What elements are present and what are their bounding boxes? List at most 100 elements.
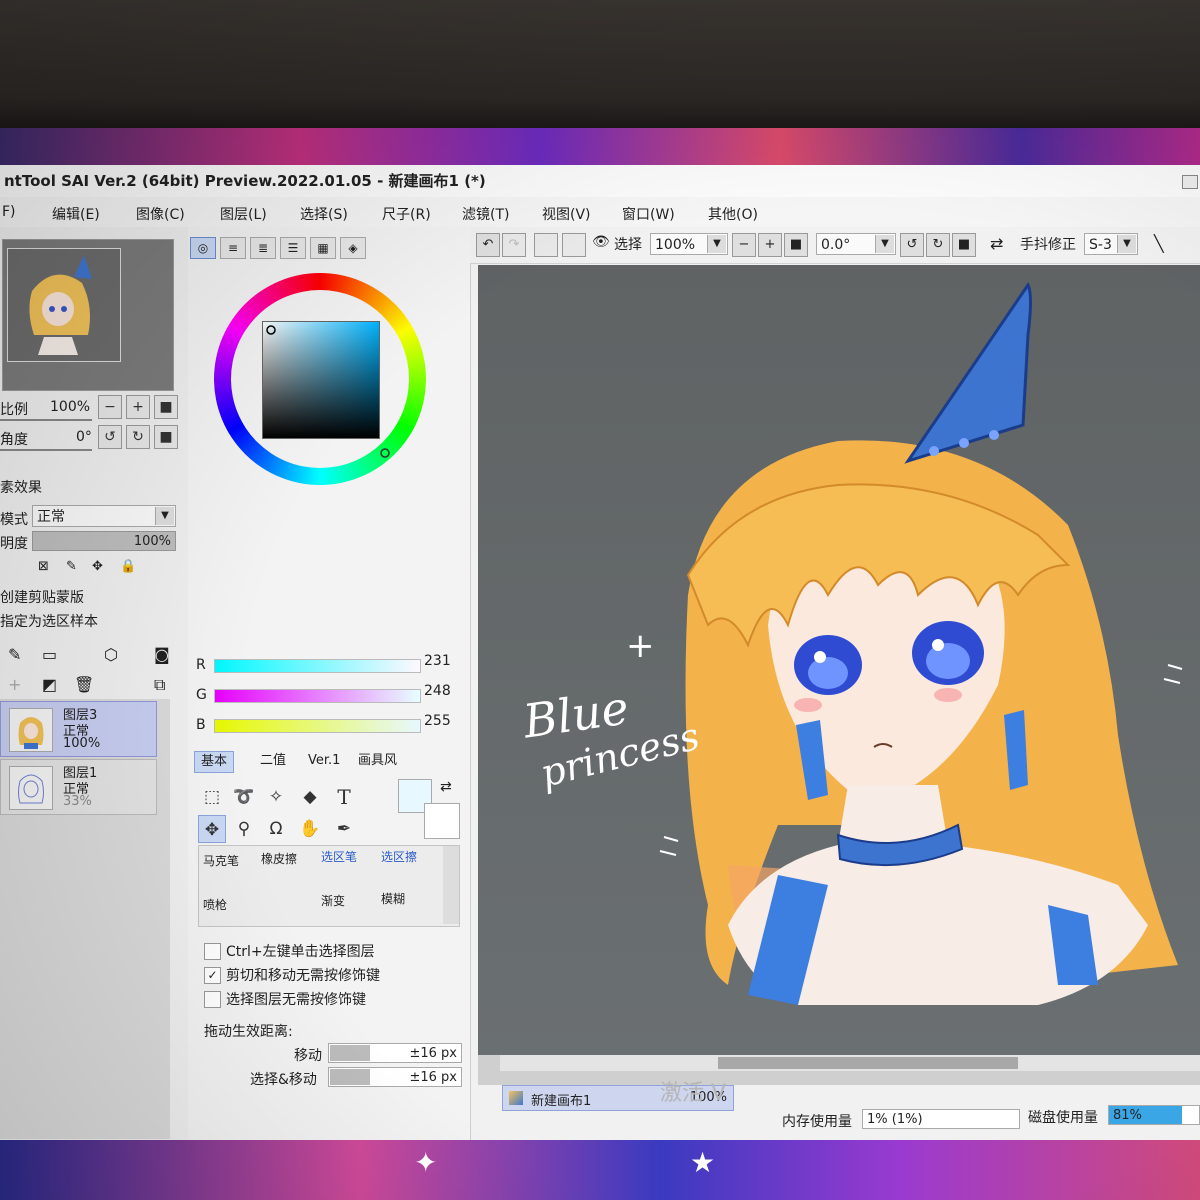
red-slider[interactable] [214,659,421,673]
blend-mode-label: 模式 [0,512,28,528]
eyedropper-icon[interactable]: ✒ [330,815,358,843]
ctrl-click-checkbox[interactable] [204,943,221,960]
blue-slider[interactable] [214,719,421,733]
layer-item[interactable]: 图层3 正常 100% [0,701,157,757]
menu-image[interactable]: 图像(C) [136,204,185,224]
blend-mode-select[interactable]: 正常 ▼ [32,505,176,527]
zoom-in-icon[interactable]: + [758,233,782,257]
rotate-reset-button[interactable]: ■ [154,425,178,449]
stabilizer-select[interactable]: S-3 ▼ [1084,233,1138,255]
background-color-swatch[interactable] [424,803,460,839]
bucket-icon[interactable]: ◆ [296,783,324,811]
select-layer-checkbox[interactable] [204,991,221,1008]
brush-selection-eraser[interactable]: 选区擦 [381,848,417,865]
rotate-tool-icon[interactable]: Ω [262,815,290,843]
hand-tool-icon[interactable]: ✋ [296,815,324,843]
rect-select-icon[interactable]: ⬚ [198,783,226,811]
layer-link-icon[interactable]: ⧉ [154,675,165,695]
rotation-select[interactable]: 0.0° ▼ [816,233,896,255]
zoom-reset-icon[interactable]: ■ [784,233,808,257]
zoom-in-button[interactable]: + [126,395,150,419]
move-distance-field[interactable]: ±16 px [328,1043,462,1063]
brush-gradient[interactable]: 渐变 [321,892,345,909]
menu-select[interactable]: 选择(S) [300,204,348,224]
show-selection-label[interactable]: 选择 [614,234,642,254]
redo-icon[interactable]: ↷ [502,233,526,257]
scale-slider[interactable] [0,419,92,421]
rgb-slider-tab-icon[interactable]: ≡ [220,237,246,259]
zoom-out-icon[interactable]: − [732,233,756,257]
menu-window[interactable]: 窗口(W) [622,204,675,224]
zoom-reset-button[interactable]: ■ [154,395,178,419]
eye-icon[interactable]: 👁 [592,234,610,250]
menu-filter[interactable]: 滤镜(T) [462,204,509,224]
new-layer-set-icon[interactable]: ▭ [42,645,57,664]
flip-horizontal-icon[interactable]: ⇄ [990,234,1003,253]
lock-transparency-icon[interactable]: ⊠ [38,559,49,574]
menu-other[interactable]: 其他(O) [708,204,758,224]
hsv-slider-tab-icon[interactable]: ≣ [250,237,276,259]
tab-basic[interactable]: 基本 [194,751,235,773]
new-layer-icon[interactable]: ✎ [8,645,21,664]
artwork-canvas[interactable]: + Blue princess [478,265,1200,1055]
rotate-left-button[interactable]: ↺ [98,425,122,449]
lock-all-icon[interactable]: 🔒 [120,559,136,574]
opacity-bar[interactable]: 100% [32,531,176,551]
green-slider[interactable] [214,689,421,703]
color-wheel[interactable] [214,273,426,485]
zoom-tool-icon[interactable]: ⚲ [230,815,258,843]
tab-binary[interactable]: 二值 [254,751,292,771]
brush-blur[interactable]: 模糊 [381,890,405,907]
navigator-preview[interactable] [2,239,174,391]
maximize-icon[interactable] [1182,175,1198,189]
horizontal-scroll-thumb[interactable] [718,1057,1018,1069]
delete-layer-icon[interactable]: 🗑 [74,675,94,694]
rotate-reset-icon[interactable]: ■ [952,233,976,257]
menu-edit[interactable]: 编辑(E) [52,204,100,224]
angle-slider[interactable] [0,449,92,451]
move-tool-icon[interactable]: ✥ [198,815,226,843]
undo-icon[interactable]: ↶ [476,233,500,257]
clear-layer-icon[interactable]: ◩ [42,675,57,694]
menu-file[interactable]: F) [2,204,16,220]
lock-move-icon[interactable]: ✥ [92,559,103,574]
rotate-right-button[interactable]: ↻ [126,425,150,449]
rotate-ccw-icon[interactable]: ↺ [900,233,924,257]
layer-item[interactable]: 图层1 正常 33% [0,759,157,815]
brush-selection-pen[interactable]: 选区笔 [321,848,357,865]
straight-line-icon[interactable]: ╲ [1154,234,1164,253]
merge-down-icon[interactable]: + [8,675,21,694]
menu-view[interactable]: 视图(V) [542,204,591,224]
layer-transform-icon[interactable]: ⬡ [104,645,118,664]
zoom-select[interactable]: 100% ▼ [650,233,728,255]
menu-ruler[interactable]: 尺子(R) [382,204,431,224]
horizontal-scrollbar[interactable] [500,1055,1200,1071]
brush-airbrush[interactable]: 喷枪 [203,896,227,913]
deselect-icon[interactable] [534,233,558,257]
swatches-tab-icon[interactable]: ▦ [310,237,336,259]
tab-ver1[interactable]: Ver.1 [302,751,346,771]
lock-paint-icon[interactable]: ✎ [66,559,77,574]
magic-wand-icon[interactable]: ✧ [262,783,290,811]
lasso-icon[interactable]: ➰ [230,783,258,811]
swap-colors-icon[interactable]: ⇄ [440,779,452,795]
select-move-distance-field[interactable]: ±16 px [328,1067,462,1087]
text-tool-icon[interactable]: T [330,783,358,811]
brush-grid-scrollbar[interactable] [443,846,459,924]
window-title: ntTool SAI Ver.2 (64bit) Preview.2022.01… [4,172,486,190]
menu-layer[interactable]: 图层(L) [220,204,267,224]
zoom-out-button[interactable]: − [98,395,122,419]
rotate-cw-icon[interactable]: ↻ [926,233,950,257]
clipping-mask-option[interactable]: 创建剪贴蒙版 [0,587,84,607]
selection-sample-option[interactable]: 指定为选区样本 [0,611,98,631]
brush-eraser[interactable]: 橡皮擦 [261,850,297,867]
layer-mask-icon[interactable]: ◙ [154,645,170,664]
invert-selection-icon[interactable] [562,233,586,257]
tab-artistic[interactable]: 画具风 [352,751,403,771]
brush-marker[interactable]: 马克笔 [203,852,239,869]
scratchpad-tab-icon[interactable]: ◈ [340,237,366,259]
cut-move-checkbox[interactable]: ✓ [204,967,221,984]
canvas-area[interactable]: + Blue princess [478,265,1200,1085]
color-wheel-tab-icon[interactable]: ◎ [190,237,216,259]
color-mixer-tab-icon[interactable]: ☰ [280,237,306,259]
